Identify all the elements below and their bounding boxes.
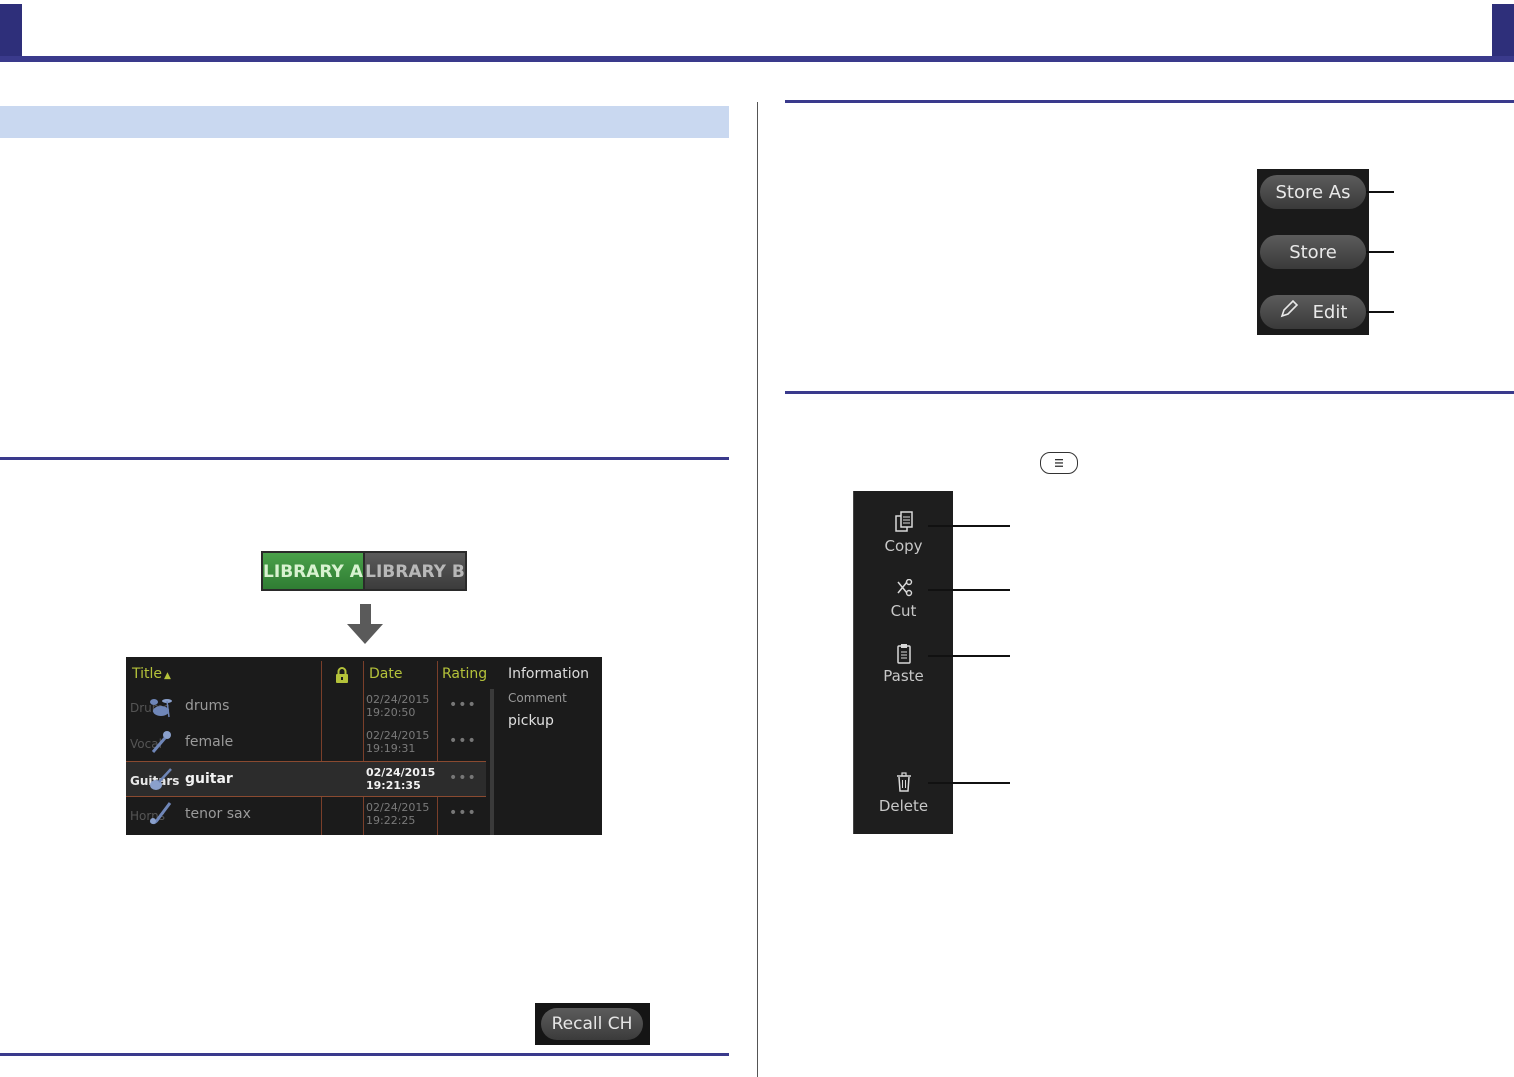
- store-as-button[interactable]: Store As: [1260, 175, 1366, 209]
- library-tab-bar: LIBRARY A LIBRARY B: [261, 551, 467, 591]
- table-row[interactable]: Vocal female 02/24/2015 19:19:31 •••: [126, 725, 486, 759]
- paste-button[interactable]: Paste: [854, 667, 953, 685]
- section-rule: [0, 1053, 729, 1056]
- callout-line: [1366, 191, 1394, 193]
- library-table: Title ▲ Date Rating Information Drums dru…: [126, 657, 602, 835]
- clipboard-icon: [894, 643, 914, 667]
- tab-library-a[interactable]: LIBRARY A: [263, 553, 363, 589]
- row-rating[interactable]: •••: [449, 770, 477, 786]
- callout-line: [1366, 251, 1394, 253]
- row-date: 02/24/2015 19:19:31: [366, 729, 430, 755]
- column-header-title[interactable]: Title ▲: [132, 666, 171, 682]
- microphone-icon: [148, 729, 174, 755]
- tab-library-b[interactable]: LIBRARY B: [365, 553, 465, 589]
- menu-button[interactable]: [1040, 452, 1078, 474]
- callout-line: [928, 589, 1010, 591]
- header-rule: [0, 56, 1514, 62]
- callout-line: [928, 782, 1010, 784]
- store-panel: Store As Store Edit: [1257, 169, 1369, 335]
- header-left-block: [0, 4, 22, 62]
- row-title: guitar: [185, 771, 233, 787]
- recall-ch-button[interactable]: Recall CH: [541, 1008, 643, 1040]
- table-scrollbar[interactable]: [490, 689, 494, 835]
- row-date: 02/24/2015 19:20:50: [366, 693, 430, 719]
- menu-icon: [1055, 459, 1063, 467]
- pencil-icon: [1279, 296, 1299, 331]
- saxophone-icon: [148, 801, 174, 827]
- row-date: 02/24/2015 19:21:35: [366, 766, 436, 792]
- row-title: female: [185, 734, 234, 750]
- section-rule: [785, 100, 1514, 103]
- column-divider: [757, 102, 758, 1077]
- information-header: Information: [508, 666, 590, 682]
- copy-icon: [894, 511, 914, 535]
- callout-line: [928, 525, 1010, 527]
- edit-button[interactable]: Edit: [1260, 295, 1366, 329]
- row-date: 02/24/2015 19:22:25: [366, 801, 430, 827]
- comment-value: pickup: [508, 713, 554, 729]
- section-heading-band: [0, 106, 729, 138]
- store-button[interactable]: Store: [1260, 235, 1366, 269]
- column-header-date[interactable]: Date: [369, 666, 402, 682]
- callout-line: [928, 655, 1010, 657]
- row-title: drums: [185, 698, 230, 714]
- comment-label: Comment: [508, 691, 567, 705]
- row-rating[interactable]: •••: [449, 805, 477, 821]
- cut-button[interactable]: Cut: [854, 602, 953, 620]
- scissors-icon: [894, 578, 914, 603]
- trash-icon: [894, 771, 914, 795]
- down-arrow-icon: [360, 604, 371, 626]
- row-rating[interactable]: •••: [449, 697, 477, 713]
- edit-label: Edit: [1312, 302, 1348, 323]
- guitar-icon: [148, 766, 174, 792]
- table-row[interactable]: Drums drums 02/24/2015 19:20:50 •••: [126, 689, 486, 723]
- copy-button[interactable]: Copy: [854, 537, 953, 555]
- lock-icon[interactable]: [335, 667, 349, 683]
- callout-line: [1366, 311, 1394, 313]
- table-row-selected[interactable]: Guitars guitar 02/24/201519:21:35 •••: [126, 761, 486, 797]
- sort-ascending-icon: ▲: [164, 671, 171, 681]
- section-rule: [785, 391, 1514, 394]
- down-arrow-head: [347, 624, 383, 644]
- drums-icon: [148, 693, 174, 719]
- column-header-rating[interactable]: Rating: [442, 666, 487, 682]
- section-rule: [0, 457, 729, 460]
- delete-button[interactable]: Delete: [854, 797, 953, 815]
- table-row[interactable]: Horns tenor sax 02/24/2015 19:22:25 •••: [126, 797, 486, 831]
- row-rating[interactable]: •••: [449, 733, 477, 749]
- row-title: tenor sax: [185, 806, 251, 822]
- header-right-block: [1492, 4, 1514, 62]
